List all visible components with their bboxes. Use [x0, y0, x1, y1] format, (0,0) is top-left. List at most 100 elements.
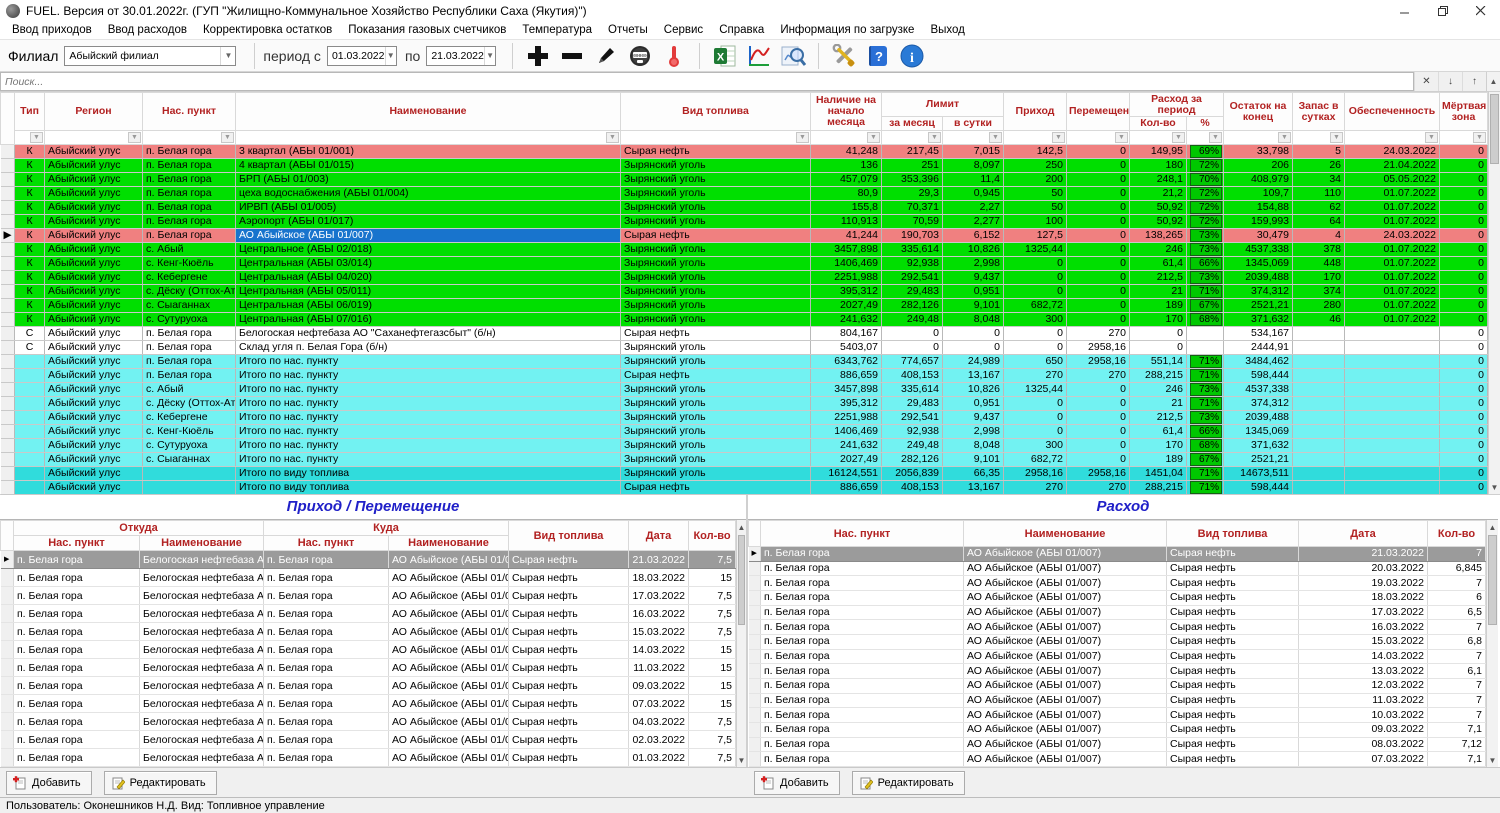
filter-dropdown-icon[interactable]: ▼	[1330, 132, 1343, 143]
close-icon[interactable]	[1462, 1, 1500, 21]
table-row[interactable]: п. Белая гораАО Абыйское (АБЫ 01/007)Сыр…	[749, 752, 1486, 767]
col-header-end[interactable]: Остаток на конец	[1224, 93, 1293, 131]
col-header-income[interactable]: Приход	[1004, 93, 1067, 131]
table-row[interactable]: КАбыйский улусс. СыаганнахЦентральная (А…	[1, 299, 1488, 313]
col-header-type[interactable]: Тип	[15, 93, 45, 131]
col-header-exp-pct[interactable]: %	[1187, 117, 1224, 131]
table-row[interactable]: п. Белая гораБелогоская нефтебаза АО "Са…	[1, 731, 736, 749]
maximize-button[interactable]	[1424, 1, 1462, 21]
table-row[interactable]: САбыйский улусп. Белая гораБелогоская не…	[1, 327, 1488, 341]
filter-dropdown-icon[interactable]: ▼	[867, 132, 880, 143]
col-header-fuel[interactable]: Вид топлива	[509, 521, 629, 551]
filial-select[interactable]: Абыйский филиал ▼	[64, 46, 236, 66]
table-row[interactable]: Абыйский улусИтого по виду топливаЗырянс…	[1, 467, 1488, 481]
income-scrollbar[interactable]: ▲ ▼	[736, 520, 746, 767]
table-row[interactable]: Абыйский улусс. КебергенеИтого по нас. п…	[1, 411, 1488, 425]
col-header-date[interactable]: Дата	[1299, 521, 1428, 547]
col-header-limit-day[interactable]: в сутки	[943, 117, 1004, 131]
table-row[interactable]: п. Белая гораАО Абыйское (АБЫ 01/007)Сыр…	[749, 737, 1486, 752]
menu-servis[interactable]: Сервис	[656, 24, 711, 36]
col-header-from[interactable]: Откуда	[14, 521, 264, 536]
col-header-from-np[interactable]: Нас. пункт	[14, 536, 140, 551]
table-row[interactable]: КАбыйский улусс. Дёску (Оттох-Атах)Центр…	[1, 285, 1488, 299]
table-row[interactable]: п. Белая гораБелогоская нефтебаза АО "Са…	[1, 659, 736, 677]
filter-dropdown-icon[interactable]: ▼	[1425, 132, 1438, 143]
table-row[interactable]: Абыйский улусп. Белая гораИтого по нас. …	[1, 355, 1488, 369]
table-row[interactable]: КАбыйский улусп. Белая гора3 квартал (АБ…	[1, 145, 1488, 159]
table-row[interactable]: Абыйский улусс. Кенг-КюёльИтого по нас. …	[1, 425, 1488, 439]
table-row[interactable]: КАбыйский улусс. СутуруохаЦентральная (А…	[1, 313, 1488, 327]
table-row[interactable]: Абыйский улусс. СыаганнахИтого по нас. п…	[1, 453, 1488, 467]
line-chart-icon[interactable]	[742, 42, 776, 70]
period-from-select[interactable]: 01.03.2022 ▼	[327, 46, 397, 66]
scroll-down-arrow[interactable]: ▼	[1489, 480, 1500, 494]
table-row[interactable]: ▶п. Белая гораБелогоская нефтебаза АО "С…	[1, 551, 736, 569]
col-header-limit-month[interactable]: за месяц	[882, 117, 943, 131]
table-row[interactable]: САбыйский улусп. Белая гораСклад угля п.…	[1, 341, 1488, 355]
expense-scrollbar[interactable]: ▲ ▼	[1486, 520, 1498, 767]
col-header-to[interactable]: Куда	[264, 521, 509, 536]
col-header-date[interactable]: Дата	[629, 521, 689, 551]
col-header-qty[interactable]: Кол-во	[689, 521, 736, 551]
menu-korrektirovka[interactable]: Корректировка остатков	[195, 24, 340, 36]
table-row[interactable]: п. Белая гораАО Абыйское (АБЫ 01/007)Сыр…	[749, 722, 1486, 737]
col-header-stock[interactable]: Запас в сутках	[1293, 93, 1345, 131]
gas-meter-icon[interactable]: 00000	[623, 42, 657, 70]
help-icon[interactable]: ?	[861, 42, 895, 70]
col-header-from-name[interactable]: Наименование	[140, 536, 264, 551]
table-row[interactable]: КАбыйский улусп. Белая гораИРВП (АБЫ 01/…	[1, 201, 1488, 215]
table-row[interactable]: Абыйский улусИтого по виду топливаСырая …	[1, 481, 1488, 495]
tools-icon[interactable]	[827, 42, 861, 70]
col-header-expense[interactable]: Расход за период	[1130, 93, 1224, 117]
table-row[interactable]: п. Белая гораБелогоская нефтебаза АО "Са…	[1, 641, 736, 659]
col-header-name[interactable]: Наименование	[236, 93, 621, 131]
table-row[interactable]: Абыйский улусс. АбыйИтого по нас. пункту…	[1, 383, 1488, 397]
col-header-dead[interactable]: Мёртвая зона	[1440, 93, 1488, 131]
filter-dropdown-icon[interactable]: ▼	[221, 132, 234, 143]
table-row[interactable]: ▶п. Белая гораАО Абыйское (АБЫ 01/007)Сы…	[749, 547, 1486, 562]
table-row[interactable]: п. Белая гораАО Абыйское (АБЫ 01/007)Сыр…	[749, 649, 1486, 664]
table-row[interactable]: п. Белая гораБелогоская нефтебаза АО "Са…	[1, 605, 736, 623]
search-input[interactable]	[0, 72, 1414, 91]
col-header-provision[interactable]: Обеспеченность	[1345, 93, 1440, 131]
table-row[interactable]: КАбыйский улусп. Белая гораБРП (АБЫ 01/0…	[1, 173, 1488, 187]
search-up-icon[interactable]: ↑	[1462, 72, 1486, 91]
menu-temperatura[interactable]: Температура	[514, 24, 600, 36]
search-chart-icon[interactable]	[776, 42, 810, 70]
income-add-button[interactable]: Добавить	[6, 771, 92, 795]
menu-vvod-rashodov[interactable]: Ввод расходов	[100, 24, 195, 36]
main-table-scrollbar[interactable]: ▼	[1488, 92, 1500, 494]
menu-spravka[interactable]: Справка	[711, 24, 772, 36]
scroll-up-arrow[interactable]: ▲	[1487, 520, 1498, 534]
menu-vvod-prihodov[interactable]: Ввод приходов	[4, 24, 100, 36]
table-row[interactable]: п. Белая гораАО Абыйское (АБЫ 01/007)Сыр…	[749, 634, 1486, 649]
income-edit-button[interactable]: Редактировать	[104, 771, 217, 795]
col-header-fuel[interactable]: Вид топлива	[1167, 521, 1299, 547]
table-row[interactable]: ▶КАбыйский улусп. Белая гораАО Абыйское …	[1, 229, 1488, 243]
filter-dropdown-icon[interactable]: ▼	[928, 132, 941, 143]
col-header-start[interactable]: Наличие на начало месяца	[811, 93, 882, 131]
expense-edit-button[interactable]: Редактировать	[852, 771, 965, 795]
table-row[interactable]: Абыйский улусс. Дёску (Оттох-Атах)Итого …	[1, 397, 1488, 411]
filter-dropdown-icon[interactable]: ▼	[128, 132, 141, 143]
table-row[interactable]: п. Белая гораБелогоская нефтебаза АО "Са…	[1, 713, 736, 731]
col-header-exp-qty[interactable]: Кол-во	[1130, 117, 1187, 131]
excel-icon[interactable]: X	[708, 42, 742, 70]
table-row[interactable]: п. Белая гораБелогоская нефтебаза АО "Са…	[1, 569, 736, 587]
col-header-to-name[interactable]: Наименование	[389, 536, 509, 551]
table-row[interactable]: п. Белая гораАО Абыйское (АБЫ 01/007)Сыр…	[749, 620, 1486, 635]
table-row[interactable]: п. Белая гораАО Абыйское (АБЫ 01/007)Сыр…	[749, 708, 1486, 723]
filter-dropdown-icon[interactable]: ▼	[1052, 132, 1065, 143]
table-row[interactable]: п. Белая гораАО Абыйское (АБЫ 01/007)Сыр…	[749, 678, 1486, 693]
col-header-np[interactable]: Нас. пункт	[761, 521, 964, 547]
filter-dropdown-icon[interactable]: ▼	[796, 132, 809, 143]
col-header-move[interactable]: Перемещение	[1067, 93, 1130, 131]
table-row[interactable]: п. Белая гораБелогоская нефтебаза АО "Са…	[1, 623, 736, 641]
filter-dropdown-icon[interactable]: ▼	[1278, 132, 1291, 143]
menu-info-zagruzka[interactable]: Информация по загрузке	[772, 24, 922, 36]
menu-otchety[interactable]: Отчеты	[600, 24, 656, 36]
table-row[interactable]: КАбыйский улусп. Белая гораАэропорт (АБЫ…	[1, 215, 1488, 229]
col-header-fuel[interactable]: Вид топлива	[621, 93, 811, 131]
filter-dropdown-icon[interactable]: ▼	[606, 132, 619, 143]
menu-gas-counters[interactable]: Показания газовых счетчиков	[340, 24, 514, 36]
